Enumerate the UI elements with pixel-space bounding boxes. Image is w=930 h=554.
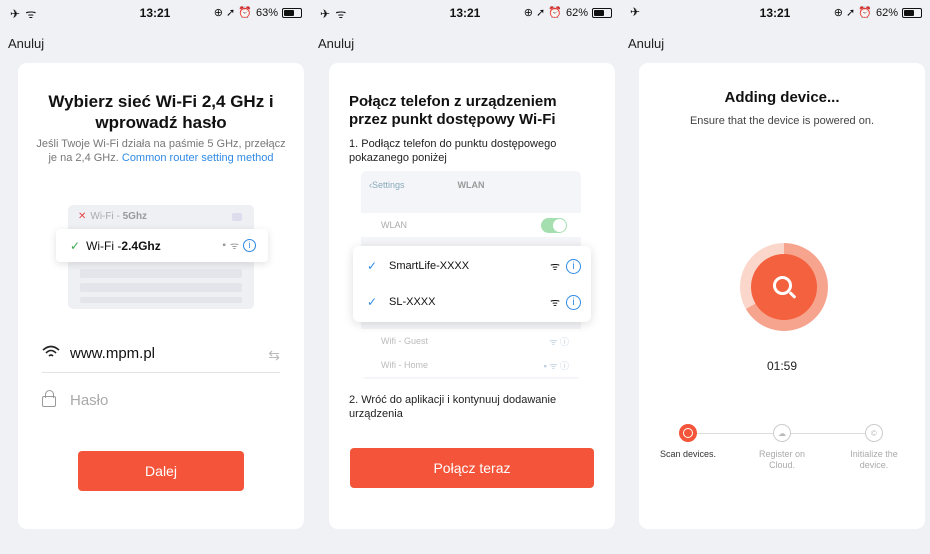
battery-icon bbox=[592, 7, 612, 18]
subtitle: Jeśli Twoje Wi-Fi działa na paśmie 5 GHz… bbox=[32, 137, 290, 165]
wifi-info-icon: ᯤ ⓘ bbox=[549, 336, 569, 347]
step-one-text: 1. Podłącz telefon do punktu dostępowego… bbox=[349, 138, 557, 164]
wifi-5g-prefix: Wi-Fi - bbox=[90, 211, 123, 222]
placeholder-row bbox=[80, 283, 242, 292]
network-row: ✓ SmartLife-XXXX ᯤi bbox=[353, 248, 591, 284]
ios-nav-title: WLAN bbox=[457, 180, 485, 190]
ios-network-label: Wifi - Guest bbox=[381, 336, 429, 346]
step-two-text: 2. Wróć do aplikacji i kontynuuj dodawan… bbox=[349, 394, 557, 420]
network-name: SmartLife-XXXX bbox=[389, 260, 470, 272]
battery-icon bbox=[902, 7, 922, 18]
ssid-field[interactable]: www.mpm.pl ⇆ bbox=[42, 335, 280, 373]
swap-network-icon[interactable]: ⇆ bbox=[268, 347, 280, 364]
ap-connect-screen: ✈ ᯤ 13:21 ⊕ ➚ ⏰ 62% Anuluj Połącz telefo… bbox=[310, 0, 620, 554]
lock-wifi-info-icon: ▪ ᯤ ⓘ bbox=[543, 360, 569, 371]
wifi-24-band: 2.4Ghz bbox=[121, 238, 161, 253]
wifi-icon: ᯤ bbox=[229, 241, 239, 252]
cancel-button[interactable]: Anuluj bbox=[318, 36, 354, 51]
status-icons: ⊕ ➚ ⏰ bbox=[833, 7, 872, 19]
subtitle: Ensure that the device is powered on. bbox=[689, 115, 875, 127]
ios-network-row: Wifi - Guest ᯤ ⓘ bbox=[361, 329, 581, 353]
status-bar: ✈ 13:21 ⊕ ➚ ⏰ 62% bbox=[620, 0, 930, 26]
placeholder-row bbox=[80, 297, 242, 303]
lock-icon: ▪ bbox=[222, 239, 226, 251]
page-title: Połącz telefon z urządzeniem przez punkt… bbox=[349, 93, 557, 128]
check-icon: ✓ bbox=[367, 295, 378, 309]
ios-wlan-label: WLAN bbox=[381, 220, 408, 230]
next-button[interactable]: Dalej bbox=[78, 451, 244, 491]
cancel-button[interactable]: Anuluj bbox=[628, 36, 664, 51]
wifi-icon: ᯤ bbox=[549, 296, 560, 309]
check-icon: ✓ bbox=[367, 259, 378, 273]
wifi-icon bbox=[42, 343, 70, 364]
step-label-scan: Scan devices. bbox=[659, 449, 717, 459]
check-icon: ✓ bbox=[70, 238, 81, 253]
step-label-register: Register on Cloud. bbox=[758, 449, 806, 470]
status-icons: ⊕ ➚ ⏰ bbox=[523, 7, 562, 19]
step-init-icon: © bbox=[865, 424, 883, 442]
adding-card: Adding device... Ensure that the device … bbox=[639, 63, 925, 529]
wifi-24-row: ✓ Wi-Fi - 2.4Ghz ▪ ᯤ i bbox=[56, 229, 268, 262]
scan-button bbox=[751, 254, 817, 320]
lock-icon bbox=[232, 213, 242, 221]
password-input[interactable] bbox=[70, 391, 250, 409]
ssid-value: www.mpm.pl bbox=[70, 345, 156, 362]
battery-percent: 62% bbox=[565, 6, 588, 19]
step-label-initialize: Initialize the device. bbox=[850, 449, 898, 470]
lock-icon bbox=[42, 390, 70, 409]
ap-card: Połącz telefon z urządzeniem przez punkt… bbox=[329, 63, 615, 529]
info-icon: i bbox=[566, 294, 581, 310]
wifi-card: Wybierz sieć Wi-Fi 2,4 GHz i wprowadź ha… bbox=[18, 63, 304, 529]
status-bar: ✈ ᯤ 13:21 ⊕ ➚ ⏰ 63% bbox=[0, 0, 310, 26]
battery-percent: 62% bbox=[875, 6, 898, 19]
adding-device-screen: ✈ 13:21 ⊕ ➚ ⏰ 62% Anuluj Adding device..… bbox=[620, 0, 930, 554]
ios-wlan-row: WLAN bbox=[361, 213, 581, 237]
info-icon: i bbox=[566, 258, 581, 274]
connect-now-button[interactable]: Połącz teraz bbox=[350, 448, 594, 488]
wifi-24-prefix: Wi-Fi - bbox=[86, 238, 122, 253]
step-scan-icon bbox=[679, 424, 697, 442]
ios-nav: ‹ Settings WLAN bbox=[361, 171, 581, 199]
status-bar: ✈ ᯤ 13:21 ⊕ ➚ ⏰ 62% bbox=[310, 0, 620, 26]
battery-percent: 63% bbox=[255, 6, 278, 19]
ios-network-row: Wifi - Home ▪ ᯤ ⓘ bbox=[361, 353, 581, 377]
battery-icon bbox=[282, 7, 302, 18]
search-icon bbox=[772, 275, 792, 295]
step-cloud-icon: ☁ bbox=[773, 424, 791, 442]
password-row bbox=[42, 385, 280, 415]
close-icon: ✕ bbox=[78, 211, 87, 222]
wifi-5g-band: 5Ghz bbox=[122, 211, 148, 222]
device-network-list: ✓ SmartLife-XXXX ᯤi ✓ SL-XXXX ᯤi bbox=[353, 246, 591, 322]
countdown-timer: 01:59 bbox=[766, 359, 798, 373]
network-name: SL-XXXX bbox=[389, 296, 436, 308]
placeholder-row bbox=[80, 269, 242, 278]
status-icons: ⊕ ➚ ⏰ bbox=[213, 7, 252, 19]
wlan-toggle bbox=[541, 218, 567, 233]
info-icon: i bbox=[243, 238, 256, 252]
page-title: Wybierz sieć Wi-Fi 2,4 GHz i wprowadź ha… bbox=[48, 92, 274, 132]
router-setting-link[interactable]: Common router setting method bbox=[122, 152, 274, 164]
page-title: Adding device... bbox=[724, 89, 840, 106]
wifi-setup-screen: ✈ ᯤ 13:21 ⊕ ➚ ⏰ 63% Anuluj Wybierz sieć … bbox=[0, 0, 310, 554]
network-row: ✓ SL-XXXX ᯤi bbox=[353, 284, 591, 320]
wifi-icon: ᯤ bbox=[549, 260, 560, 273]
ios-network-label: Wifi - Home bbox=[381, 360, 428, 370]
cancel-button[interactable]: Anuluj bbox=[8, 36, 44, 51]
wifi-5g-row: ✕ Wi-Fi - 5Ghz bbox=[78, 211, 147, 222]
